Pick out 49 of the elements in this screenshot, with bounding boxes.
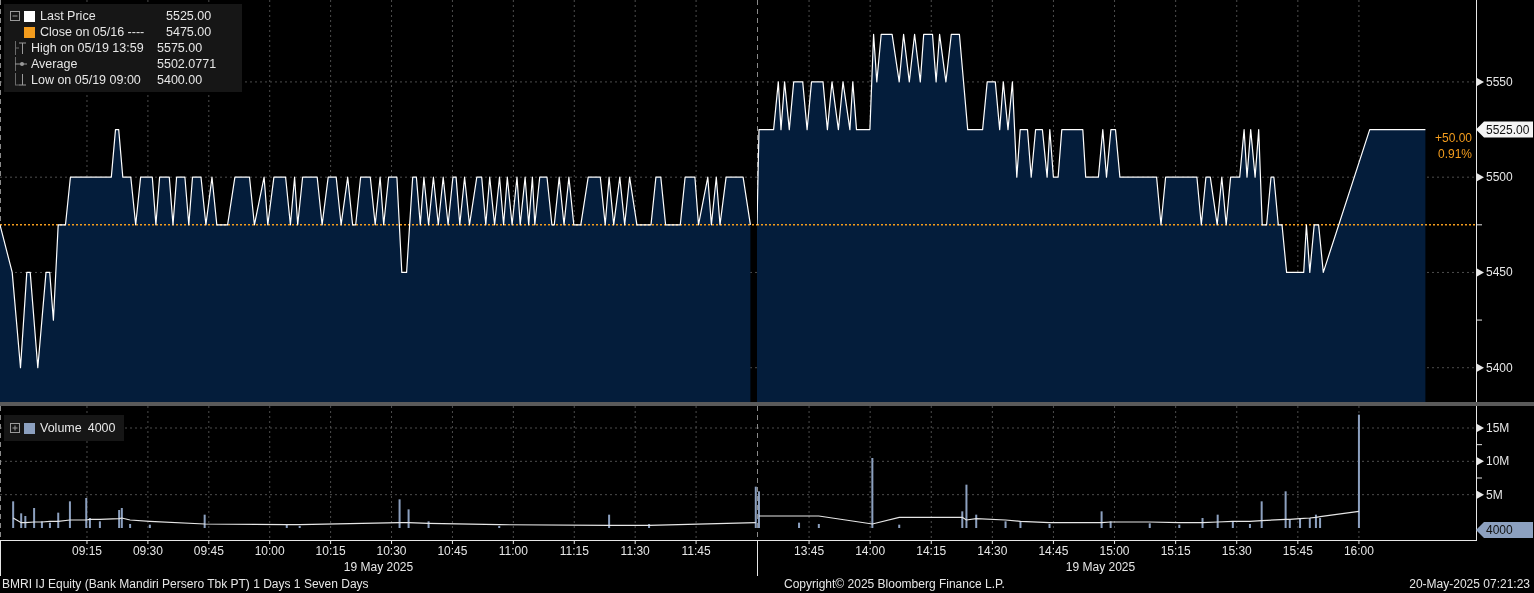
axis-label: 09:45: [193, 544, 224, 558]
axis-label: 5M: [1486, 487, 1503, 502]
axis-label: 15:45: [1282, 544, 1313, 558]
axis-label: 09:15: [71, 544, 102, 558]
legend-label: Last Price: [40, 9, 97, 23]
legend-label: Volume: [40, 421, 82, 435]
legend-value: 5502.0771: [157, 57, 218, 71]
legend-value: 5525.00: [166, 9, 213, 23]
legend-label: Average: [31, 57, 79, 71]
timestamp: 20-May-2025 07:21:23: [1409, 576, 1531, 593]
change-label: 0.91%: [1437, 146, 1472, 161]
axis-label: 5450: [1486, 265, 1513, 280]
change-label: +50.00: [1434, 130, 1472, 145]
axis-label: 15:15: [1160, 544, 1191, 558]
axis-label: 15M: [1486, 421, 1510, 435]
security-description: BMRI IJ Equity (Bank Mandiri Persero Tbk PT) 1 Days 1 Seven Days: [1, 576, 370, 593]
axis-label: 10:45: [437, 544, 468, 558]
axis-label: 11:30: [620, 544, 650, 558]
last-volume-tag: 4000: [1476, 522, 1533, 538]
axis-label: 10:15: [315, 544, 346, 558]
axis-label: 14:30: [977, 544, 1008, 558]
date-label: 19 May 2025: [343, 560, 414, 574]
axis-label: 13:45: [794, 544, 825, 558]
axis-label: 14:15: [916, 544, 947, 558]
axis-label: 16:00: [1343, 544, 1374, 558]
axis-label: 10M: [1486, 454, 1510, 469]
axis-label: 5550: [1486, 74, 1513, 89]
legend-value: 4000: [87, 421, 116, 435]
axis-label: 10:00: [254, 544, 285, 558]
legend-value: 5475.00: [166, 25, 213, 39]
axis-label: 15:00: [1099, 544, 1130, 558]
axis-label: 09:30: [132, 544, 163, 558]
axis-label: 11:45: [681, 544, 711, 558]
axis-label: 11:15: [559, 544, 589, 558]
last-price-tag: 5525.00: [1476, 121, 1533, 138]
axis-label: 5400: [1486, 360, 1513, 375]
date-label: 19 May 2025: [1065, 560, 1136, 574]
axis-label: 5500: [1486, 170, 1513, 185]
legend-label: Close on 05/16 ----: [40, 25, 146, 39]
legend-label: Low on 05/19 09:00: [31, 73, 142, 87]
legend-value: 5575.00: [157, 41, 204, 55]
copyright-notice: Copyright© 2025 Bloomberg Finance L.P.: [784, 576, 1006, 593]
axis-label: 14:00: [855, 544, 886, 558]
axis-label: 14:45: [1038, 544, 1069, 558]
axis-label: 11:00: [498, 544, 528, 558]
axis-label: 10:30: [376, 544, 407, 558]
axis-label: 15:30: [1221, 544, 1252, 558]
legend-value: 5400.00: [157, 73, 204, 87]
legend-label: High on 05/19 13:59: [31, 41, 145, 55]
